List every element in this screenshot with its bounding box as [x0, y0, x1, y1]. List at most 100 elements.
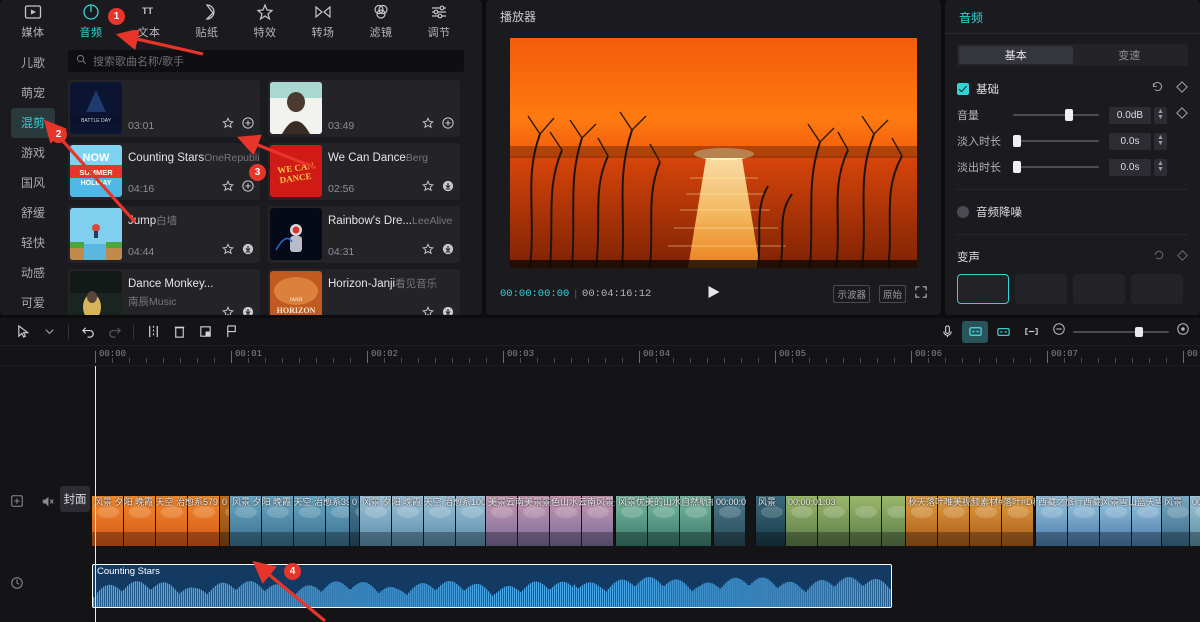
- auto-caption-icon[interactable]: [962, 321, 988, 343]
- record-voiceover-icon[interactable]: [934, 321, 960, 343]
- marker-flag-icon[interactable]: [218, 321, 244, 343]
- denoise-toggle[interactable]: [957, 206, 969, 218]
- category-item[interactable]: 可爱: [0, 288, 66, 315]
- original-quality-button[interactable]: 原始: [879, 285, 906, 303]
- audio-track-clip[interactable]: Counting Stars: [92, 564, 892, 608]
- video-clip[interactable]: 秋天落叶唯美视频素材#落叶#D秋#杉: [906, 496, 1036, 546]
- song-action-icon[interactable]: [242, 305, 254, 315]
- search-input[interactable]: 搜索歌曲名称/歌手: [68, 50, 464, 72]
- song-action-icon[interactable]: [442, 179, 454, 197]
- video-clip[interactable]: 西藏之旅行西藏风景雪山蓝天雪山银: [1036, 496, 1162, 546]
- video-clip[interactable]: 0: [220, 496, 230, 546]
- song-action-icon[interactable]: [242, 116, 254, 134]
- song-item[interactable]: Rainbow's Dre...LeeAlive04:31: [268, 206, 460, 263]
- keyframe-icon[interactable]: [1176, 80, 1188, 98]
- tab-basic[interactable]: 基本: [959, 46, 1073, 64]
- fade-in-stepper[interactable]: ▲▼: [1154, 133, 1167, 150]
- voice-reset-icon[interactable]: [1153, 248, 1165, 266]
- voice-preset-3[interactable]: [1131, 274, 1183, 304]
- tool-dropdown-chevron-down-icon[interactable]: [36, 321, 62, 343]
- timeline-ruler[interactable]: 00:0000:0100:0200:0300:0400:0500:0600:07…: [0, 346, 1200, 366]
- volume-stepper[interactable]: ▲▼: [1154, 107, 1167, 124]
- link-clips-icon[interactable]: [1018, 321, 1044, 343]
- tab-filter[interactable]: 滤镜: [352, 1, 410, 41]
- video-clip[interactable]: 00:00:0: [714, 496, 756, 546]
- volume-keyframe-icon[interactable]: [1176, 106, 1188, 124]
- redo-icon[interactable]: [101, 321, 127, 343]
- video-clip[interactable]: 风景 夕阳 晚霞 天空 治愈系579: [92, 496, 220, 546]
- tab-text[interactable]: TT文本: [120, 1, 178, 41]
- voice-preset-0[interactable]: [957, 274, 1009, 304]
- voice-preset-2[interactable]: [1073, 274, 1125, 304]
- basic-checkbox[interactable]: [957, 83, 969, 95]
- favorite-star-icon[interactable]: [222, 242, 234, 260]
- subtitle-icon[interactable]: [990, 321, 1016, 343]
- fade-out-slider[interactable]: [1013, 160, 1099, 174]
- song-action-icon[interactable]: [442, 242, 454, 260]
- playhead[interactable]: [95, 366, 96, 622]
- category-item[interactable]: 国风: [0, 168, 66, 198]
- song-item[interactable]: JANJIHORIZONHorizon-Janji看见音乐: [268, 269, 460, 315]
- song-item[interactable]: Jump白墙04:44: [68, 206, 260, 263]
- favorite-star-icon[interactable]: [422, 305, 434, 315]
- select-tool-icon[interactable]: [10, 321, 36, 343]
- song-action-icon[interactable]: [242, 179, 254, 197]
- video-clip[interactable]: 美景云南美景景色山水云南风景美女: [486, 496, 616, 546]
- song-action-icon[interactable]: [442, 116, 454, 134]
- video-clip[interactable]: 风景 夕阳 晚霞 天空 治愈系10009: [360, 496, 486, 546]
- category-item[interactable]: 轻快: [0, 228, 66, 258]
- category-item[interactable]: 萌宠: [0, 78, 66, 108]
- song-item[interactable]: NOWSUMMERHOLIDAYCounting StarsOneRepubli…: [68, 143, 260, 200]
- fade-out-stepper[interactable]: ▲▼: [1154, 159, 1167, 176]
- play-button[interactable]: [707, 285, 720, 304]
- tab-adjust[interactable]: 调节: [410, 1, 468, 41]
- scope-button[interactable]: 示波器: [833, 285, 870, 303]
- voice-preset-1[interactable]: [1015, 274, 1067, 304]
- volume-value[interactable]: 0.0dB: [1109, 107, 1151, 124]
- song-action-icon[interactable]: [442, 305, 454, 315]
- video-clip[interactable]: 0: [350, 496, 360, 546]
- reset-icon[interactable]: [1151, 80, 1164, 98]
- split-icon[interactable]: [140, 321, 166, 343]
- tab-speed[interactable]: 变速: [1073, 46, 1187, 64]
- favorite-star-icon[interactable]: [222, 116, 234, 134]
- song-item[interactable]: BATTLE DAY03:01: [68, 80, 260, 137]
- fade-in-slider[interactable]: [1013, 134, 1099, 148]
- freeze-frame-icon[interactable]: [192, 321, 218, 343]
- fullscreen-icon[interactable]: [915, 285, 927, 303]
- song-action-icon[interactable]: [242, 242, 254, 260]
- cover-button[interactable]: 封面: [60, 486, 90, 512]
- video-clip[interactable]: 风景: [756, 496, 786, 546]
- denoise-row[interactable]: 音频降噪: [945, 199, 1200, 225]
- video-clip[interactable]: 风景优美的山水自然航拍: [616, 496, 714, 546]
- video-clip[interactable]: 风景: [1162, 496, 1190, 546]
- video-clip[interactable]: 00:00:01:03: [786, 496, 906, 546]
- tab-media[interactable]: 媒体: [4, 1, 62, 41]
- video-clip[interactable]: 00:00:0: [1190, 496, 1200, 546]
- song-item[interactable]: Dance Monkey...南辰Music: [68, 269, 260, 315]
- voice-keyframe-icon[interactable]: [1177, 248, 1188, 266]
- fade-in-value[interactable]: 0.0s: [1109, 133, 1151, 150]
- category-item[interactable]: 舒缓: [0, 198, 66, 228]
- favorite-star-icon[interactable]: [422, 179, 434, 197]
- mute-track-icon[interactable]: [38, 492, 56, 510]
- video-clip[interactable]: 风景 夕阳 晚霞 天空 治愈系396: [230, 496, 350, 546]
- fade-out-value[interactable]: 0.0s: [1109, 159, 1151, 176]
- song-item[interactable]: WE CANDANCEWe Can DanceBerg02:56: [268, 143, 460, 200]
- zoom-in-icon[interactable]: [1176, 322, 1190, 341]
- favorite-star-icon[interactable]: [422, 116, 434, 134]
- category-item[interactable]: 动感: [0, 258, 66, 288]
- tab-effects[interactable]: 特效: [236, 1, 294, 41]
- undo-icon[interactable]: [75, 321, 101, 343]
- tab-transition[interactable]: 转场: [294, 1, 352, 41]
- tab-sticker[interactable]: 贴纸: [178, 1, 236, 41]
- zoom-slider[interactable]: [1073, 331, 1169, 333]
- category-item[interactable]: 儿歌: [0, 48, 66, 78]
- audio-track-icon[interactable]: [8, 574, 26, 592]
- favorite-star-icon[interactable]: [422, 242, 434, 260]
- delete-icon[interactable]: [166, 321, 192, 343]
- video-preview[interactable]: [510, 38, 917, 268]
- video-track[interactable]: 风景 夕阳 晚霞 天空 治愈系5790风景 夕阳 晚霞 天空 治愈系3960风景…: [92, 496, 1200, 546]
- song-item[interactable]: 03:49: [268, 80, 460, 137]
- volume-slider[interactable]: [1013, 108, 1099, 122]
